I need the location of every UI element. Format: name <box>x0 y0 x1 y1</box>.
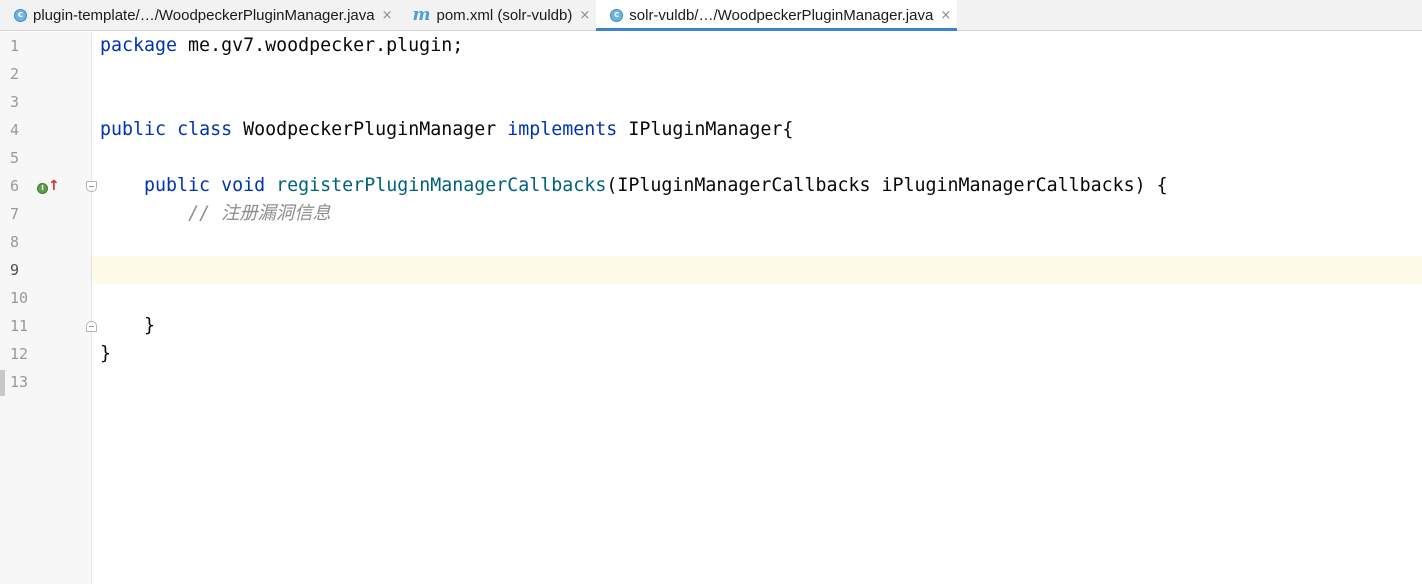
keyword: public <box>144 175 211 196</box>
maven-icon: m <box>412 5 431 25</box>
tab-label: plugin-template/…/WoodpeckerPluginManage… <box>33 6 375 24</box>
code-line-1: package me.gv7.woodpecker.plugin; <box>100 32 463 60</box>
code-text: } <box>100 315 156 336</box>
editor-tab-bar: c plugin-template/…/WoodpeckerPluginMana… <box>0 0 1422 31</box>
keyword: class <box>177 119 233 140</box>
code-text: (IPluginManagerCallbacks iPluginManagerC… <box>606 175 1168 196</box>
line-number: 4 <box>10 121 20 139</box>
code-line-4: public class WoodpeckerPluginManager imp… <box>100 116 793 144</box>
interface-icon: I <box>37 183 48 194</box>
code-editor[interactable]: 1 2 3 4 5 6 7 8 9 10 11 12 13 I ↑ packag… <box>0 32 1422 584</box>
keyword: implements <box>507 119 618 140</box>
code-line-12: } <box>100 340 111 368</box>
close-icon[interactable]: × <box>579 8 590 23</box>
tab-pom-xml[interactable]: m pom.xml (solr-vuldb) × <box>399 0 597 30</box>
close-icon[interactable]: × <box>940 8 951 23</box>
tab-label: pom.xml (solr-vuldb) <box>436 6 573 24</box>
code-text: IPluginManager{ <box>617 119 794 140</box>
code-text: me.gv7.woodpecker.plugin; <box>177 35 464 56</box>
ide-window: c plugin-template/…/WoodpeckerPluginMana… <box>0 0 1422 584</box>
comment: // 注册漏洞信息 <box>188 203 331 224</box>
line-number: 7 <box>10 205 20 223</box>
class-name: WoodpeckerPluginManager <box>232 119 508 140</box>
line-number: 11 <box>10 317 29 335</box>
code-text: } <box>100 343 112 364</box>
up-arrow-icon: ↑ <box>48 178 60 194</box>
line-number: 5 <box>10 149 20 167</box>
code-line-7: // 注册漏洞信息 <box>100 200 331 228</box>
code-line-6: public void registerPluginManagerCallbac… <box>100 172 1168 200</box>
line-number: 8 <box>10 233 20 251</box>
tab-solr-vuldb-manager[interactable]: c solr-vuldb/…/WoodpeckerPluginManager.j… <box>596 0 958 31</box>
line-number: 1 <box>10 37 20 55</box>
fold-end-icon[interactable] <box>86 321 97 332</box>
implements-method-icon[interactable]: I ↑ <box>37 178 60 196</box>
tab-plugin-template-manager[interactable]: c plugin-template/…/WoodpeckerPluginMana… <box>0 0 399 30</box>
gutter-change-marker <box>0 370 5 396</box>
code-line-11: } <box>100 312 155 340</box>
line-number: 6 <box>10 177 20 195</box>
line-number: 13 <box>10 373 29 391</box>
method-name: registerPluginManagerCallbacks <box>276 175 607 196</box>
close-icon[interactable]: × <box>382 8 393 23</box>
java-class-icon: c <box>610 8 624 22</box>
tab-label: solr-vuldb/…/WoodpeckerPluginManager.jav… <box>629 6 934 24</box>
keyword: public <box>100 119 167 140</box>
line-number-current: 9 <box>10 261 20 279</box>
java-class-icon: c <box>14 8 27 22</box>
keyword: void <box>221 175 266 196</box>
line-number: 2 <box>10 65 20 83</box>
editor-gutter[interactable]: 1 2 3 4 5 6 7 8 9 10 11 12 13 I ↑ <box>0 32 92 584</box>
code-text-area[interactable]: package me.gv7.woodpecker.plugin; public… <box>100 32 1410 584</box>
keyword: package <box>100 35 178 56</box>
line-number: 10 <box>10 289 29 307</box>
line-number: 12 <box>10 345 29 363</box>
line-number: 3 <box>10 93 20 111</box>
fold-collapse-icon[interactable] <box>86 181 97 192</box>
